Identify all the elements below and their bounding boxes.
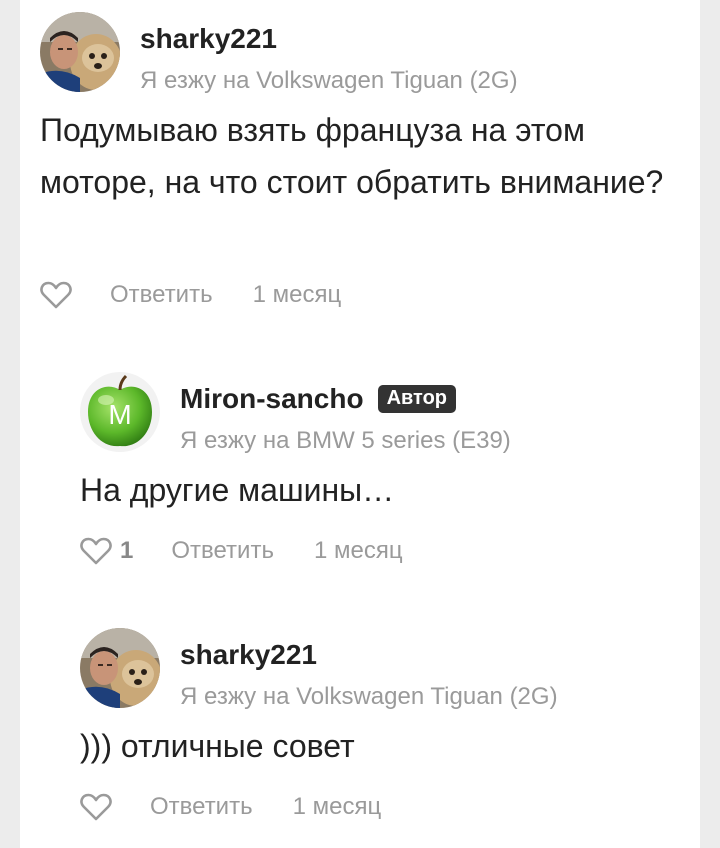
like-heart-icon[interactable] xyxy=(80,792,112,822)
reply-button[interactable]: Ответить xyxy=(150,793,253,821)
apple-avatar-icon: M xyxy=(80,372,160,452)
reply-button[interactable]: Ответить xyxy=(171,537,274,565)
comment-text: На другие машины… xyxy=(80,472,395,508)
comment-time: 1 месяц xyxy=(313,537,403,564)
comment-time: 1 месяц xyxy=(292,793,382,820)
avatar[interactable] xyxy=(40,12,120,92)
avatar[interactable]: M xyxy=(80,372,160,452)
like-heart-icon[interactable] xyxy=(40,280,72,310)
comment-actions: 1 Ответить 1 месяц xyxy=(80,534,403,568)
reply-button[interactable]: Ответить xyxy=(110,281,213,309)
comment-text: ))) отличные совет xyxy=(80,728,355,764)
author-car[interactable]: Я езжу на Volkswagen Tiguan (2G) xyxy=(140,66,518,96)
user-photo-icon xyxy=(40,12,120,92)
like-heart-icon[interactable] xyxy=(80,536,112,566)
comment-actions: Ответить 1 месяц xyxy=(40,278,341,312)
comment-reply: sharky221 Я езжу на Volkswagen Tiguan (2… xyxy=(80,628,680,838)
user-photo-icon xyxy=(80,628,160,708)
like-count: 1 xyxy=(120,537,134,564)
author-name[interactable]: sharky221 xyxy=(180,638,317,672)
comment: sharky221 Я езжу на Volkswagen Tiguan (2… xyxy=(40,12,680,322)
comment-reply: M Miron-sancho Автор Я езжу на BMW 5 seri… xyxy=(80,372,680,592)
comment-text: Подумываю взять француза на этом моторе,… xyxy=(40,112,664,200)
avatar[interactable] xyxy=(80,628,160,708)
author-car[interactable]: Я езжу на Volkswagen Tiguan (2G) xyxy=(180,682,558,712)
avatar-letter: M xyxy=(108,399,131,430)
comment-actions: Ответить 1 месяц xyxy=(80,790,381,824)
comment-time: 1 месяц xyxy=(252,281,342,308)
author-name[interactable]: sharky221 xyxy=(140,22,277,56)
author-badge: Автор xyxy=(377,385,457,413)
author-car[interactable]: Я езжу на BMW 5 series (E39) xyxy=(180,426,511,456)
author-name[interactable]: Miron-sancho Автор xyxy=(180,382,457,416)
comments-card: sharky221 Я езжу на Volkswagen Tiguan (2… xyxy=(20,0,700,848)
author-name-text[interactable]: Miron-sancho xyxy=(180,383,364,414)
